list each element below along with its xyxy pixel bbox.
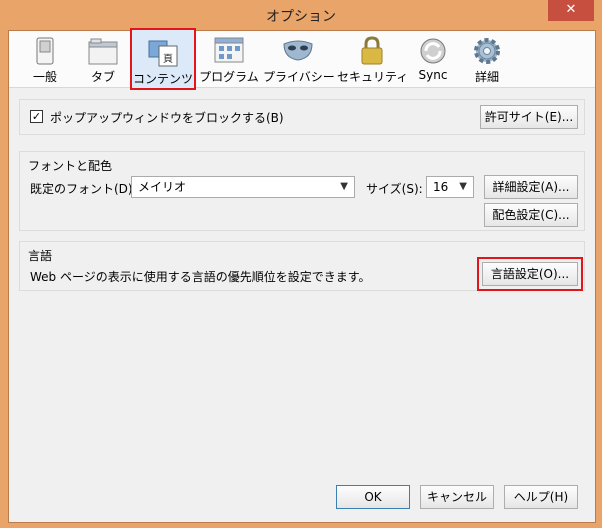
content-page-icon: 頁 (148, 40, 178, 67)
font-size-select[interactable]: 16 ▼ (426, 176, 474, 198)
mask-icon (283, 40, 313, 61)
applications-icon (214, 37, 244, 63)
padlock-icon (361, 36, 383, 65)
sync-icon (420, 38, 446, 64)
languages-group: 言語 Web ページの表示に使用する言語の優先順位を設定できます。 言語設定(O… (19, 241, 585, 291)
tabs-icon (88, 38, 118, 65)
close-icon: ✕ (565, 2, 577, 17)
svg-text:頁: 頁 (163, 53, 173, 65)
window-title: オプション (266, 9, 336, 25)
switch-icon (36, 37, 54, 65)
title-bar[interactable]: オプション ✕ (0, 0, 602, 28)
choose-languages-button[interactable]: 言語設定(O)... (477, 257, 583, 291)
colors-button[interactable]: 配色設定(C)... (484, 203, 578, 227)
font-advanced-button[interactable]: 詳細設定(A)... (484, 175, 578, 199)
languages-description: Web ページの表示に使用する言語の優先順位を設定できます。 (30, 270, 371, 284)
fonts-colors-group: フォントと配色 既定のフォント(D): メイリオ ▼ サイズ(S): 16 ▼ … (19, 151, 585, 231)
options-window: オプション ✕ 一般 タブ 頁 コンテンツ プログラム プライバシー セキュリテ… (0, 0, 602, 528)
tab-security[interactable]: セキュリティ (337, 31, 408, 88)
cancel-button[interactable]: キャンセル (420, 485, 494, 509)
help-button[interactable]: ヘルプ(H) (504, 485, 578, 509)
tab-sync[interactable]: Sync (411, 31, 455, 88)
tab-general[interactable]: 一般 (23, 31, 67, 88)
default-font-select[interactable]: メイリオ ▼ (131, 176, 355, 198)
size-label: サイズ(S): (366, 182, 423, 196)
default-font-label: 既定のフォント(D): (30, 182, 137, 196)
popup-group: ✓ ポップアップウィンドウをブロックする(B) 許可サイト(E)... (19, 99, 585, 135)
category-toolbar: 一般 タブ 頁 コンテンツ プログラム プライバシー セキュリティ Sync 詳… (9, 28, 595, 90)
gear-icon (474, 38, 500, 64)
font-size-value: 16 (433, 180, 449, 194)
tab-content[interactable]: 頁 コンテンツ (130, 28, 196, 90)
chevron-down-icon: ▼ (459, 181, 467, 192)
ok-button[interactable]: OK (336, 485, 410, 509)
popup-block-label[interactable]: ポップアップウィンドウをブロックする(B) (50, 109, 284, 126)
tab-tabs[interactable]: タブ (77, 31, 129, 88)
languages-group-title: 言語 (28, 249, 53, 263)
dialog-client: 一般 タブ 頁 コンテンツ プログラム プライバシー セキュリティ Sync 詳… (8, 28, 596, 523)
popup-exceptions-button[interactable]: 許可サイト(E)... (480, 105, 578, 129)
default-font-value: メイリオ (138, 180, 187, 194)
fonts-group-title: フォントと配色 (28, 159, 113, 173)
close-button[interactable]: ✕ (548, 0, 594, 21)
popup-block-checkbox[interactable]: ✓ (30, 110, 43, 123)
tab-advanced[interactable]: 詳細 (467, 31, 507, 88)
chevron-down-icon: ▼ (340, 181, 348, 192)
tab-privacy[interactable]: プライバシー (263, 31, 335, 88)
tab-applications[interactable]: プログラム (199, 31, 259, 88)
